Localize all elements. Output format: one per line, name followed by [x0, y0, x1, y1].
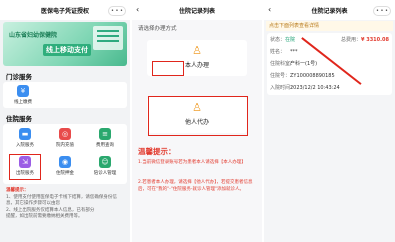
highlight-proxy	[148, 96, 248, 136]
wallet-icon: ¥	[17, 85, 29, 97]
deposit-icon: ◉	[59, 156, 71, 168]
page-title: 医保电子凭证授权	[40, 7, 89, 15]
back-arrow-icon[interactable]: ‹	[268, 5, 271, 15]
highlight-discharge	[9, 154, 41, 180]
notice-line: 1、使用支付使用医保电子卡线下结算，请您确保身份信息，其它操作步骤可以由您	[6, 194, 117, 207]
admission-service-button[interactable]: ▬ 入院服务	[7, 128, 43, 148]
panel-records: ‹ 住院记录列表 • • • 点击下面列表查看详情 状态：在院 ¥ 3310.0…	[264, 0, 395, 242]
no-row: 住院号： ZY100008890185	[270, 71, 389, 81]
tip-title: 温馨提示：	[138, 147, 176, 156]
deposit-label: 住院押金	[56, 171, 74, 176]
fee-query-button[interactable]: ≡ 费用查询	[87, 128, 123, 148]
time-value: 2023/12/2 10:43:24	[290, 85, 340, 91]
online-payment-button[interactable]: ¥ 线上缴费	[5, 85, 41, 105]
tip-2: 2.若患者本人办理，请选择【他人代办】，若提交患者信息后，可在"我的"-"住院服…	[138, 180, 253, 192]
amount-key: 总费用：	[340, 37, 361, 43]
admission-label: 入院服务	[16, 143, 34, 148]
status-badge: 在院	[285, 37, 296, 43]
companion-label: 陪诊人管理	[93, 171, 117, 176]
status-row: 状态：在院 ¥ 3310.08 总费用：	[270, 35, 389, 45]
dept-value: 产科一(1号)	[290, 61, 318, 67]
no-value: ZY100008890185	[290, 73, 335, 79]
hospital-recharge-button[interactable]: ◎ 院内充值	[47, 128, 83, 148]
notice: 温馨提示： 1、使用支付使用医保电子卡线下结算，请您确保身份信息，其它操作步骤可…	[6, 188, 124, 221]
more-menu-icon[interactable]: • • •	[373, 6, 391, 16]
recharge-icon: ◎	[59, 128, 71, 140]
header: ‹ 住院记录列表	[132, 0, 262, 20]
page-title: 住院记录列表	[178, 7, 215, 15]
total-amount: ¥ 3310.08	[361, 37, 389, 43]
fee-query-label: 费用查询	[96, 143, 114, 148]
name-value: ***	[290, 49, 298, 55]
hospital-banner: 山东省妇幼保健院 线上移动支付	[3, 22, 127, 66]
outpatient-section-title: 门诊服务	[6, 73, 32, 81]
status-key: 状态：	[270, 37, 286, 43]
building-illustration	[93, 26, 123, 50]
recharge-label: 院内充值	[56, 143, 74, 148]
back-arrow-icon[interactable]: ‹	[136, 5, 139, 15]
inpatient-card: ▬ 入院服务 ◎ 院内充值 ≡ 费用查询 ⇲ 出院服务 ◉ 住院押金 ☺ 陪诊人…	[3, 124, 127, 184]
hint-bar: 点击下面列表查看详情	[266, 21, 393, 31]
deposit-button[interactable]: ◉ 住院押金	[47, 156, 83, 176]
user-icon: ♙	[192, 44, 202, 57]
notice-line: 提醒，如出院前需要缴纳相关费用等。	[6, 214, 83, 219]
page-title: 住院记录列表	[311, 7, 348, 15]
time-row: 入院时间： 2023/12/2 10:43:24	[270, 83, 389, 93]
no-key: 住院号：	[270, 73, 291, 79]
header: ‹ 住院记录列表 • • •	[264, 0, 395, 20]
banner-hospital-name: 山东省妇幼保健院	[9, 32, 58, 39]
more-menu-icon[interactable]: • • •	[108, 6, 126, 16]
online-payment-label: 线上缴费	[14, 100, 32, 105]
panel-choose-method: ‹ 住院记录列表 请选择办理方式 ♙ 本人办理 ♙ 他人代办 温馨提示： 1.当…	[132, 0, 262, 242]
panel-mini-home: 医保电子凭证授权 • • • 山东省妇幼保健院 线上移动支付 门诊服务 ¥ 线上…	[0, 0, 130, 242]
tip-1: 1.当前微信登录账号若为患者本人请选择【本人办理】	[138, 160, 246, 165]
highlight-self	[152, 61, 184, 76]
name-key: 姓名：	[270, 49, 286, 55]
outpatient-card: ¥ 线上缴费	[3, 82, 127, 108]
person-icon: ☺	[99, 156, 111, 168]
record-card[interactable]: 状态：在院 ¥ 3310.08 总费用： 姓名： *** 住院科室： 产科一(1…	[267, 33, 392, 95]
name-row: 姓名： ***	[270, 47, 389, 57]
document-icon: ≡	[99, 128, 111, 140]
inpatient-section-title: 住院服务	[6, 115, 32, 123]
companion-management-button[interactable]: ☺ 陪诊人管理	[87, 156, 123, 176]
header: 医保电子凭证授权 • • •	[0, 0, 130, 20]
bed-icon: ▬	[19, 128, 31, 140]
banner-subtitle: 线上移动支付	[43, 44, 91, 56]
choose-method-label: 请选择办理方式	[138, 26, 177, 32]
